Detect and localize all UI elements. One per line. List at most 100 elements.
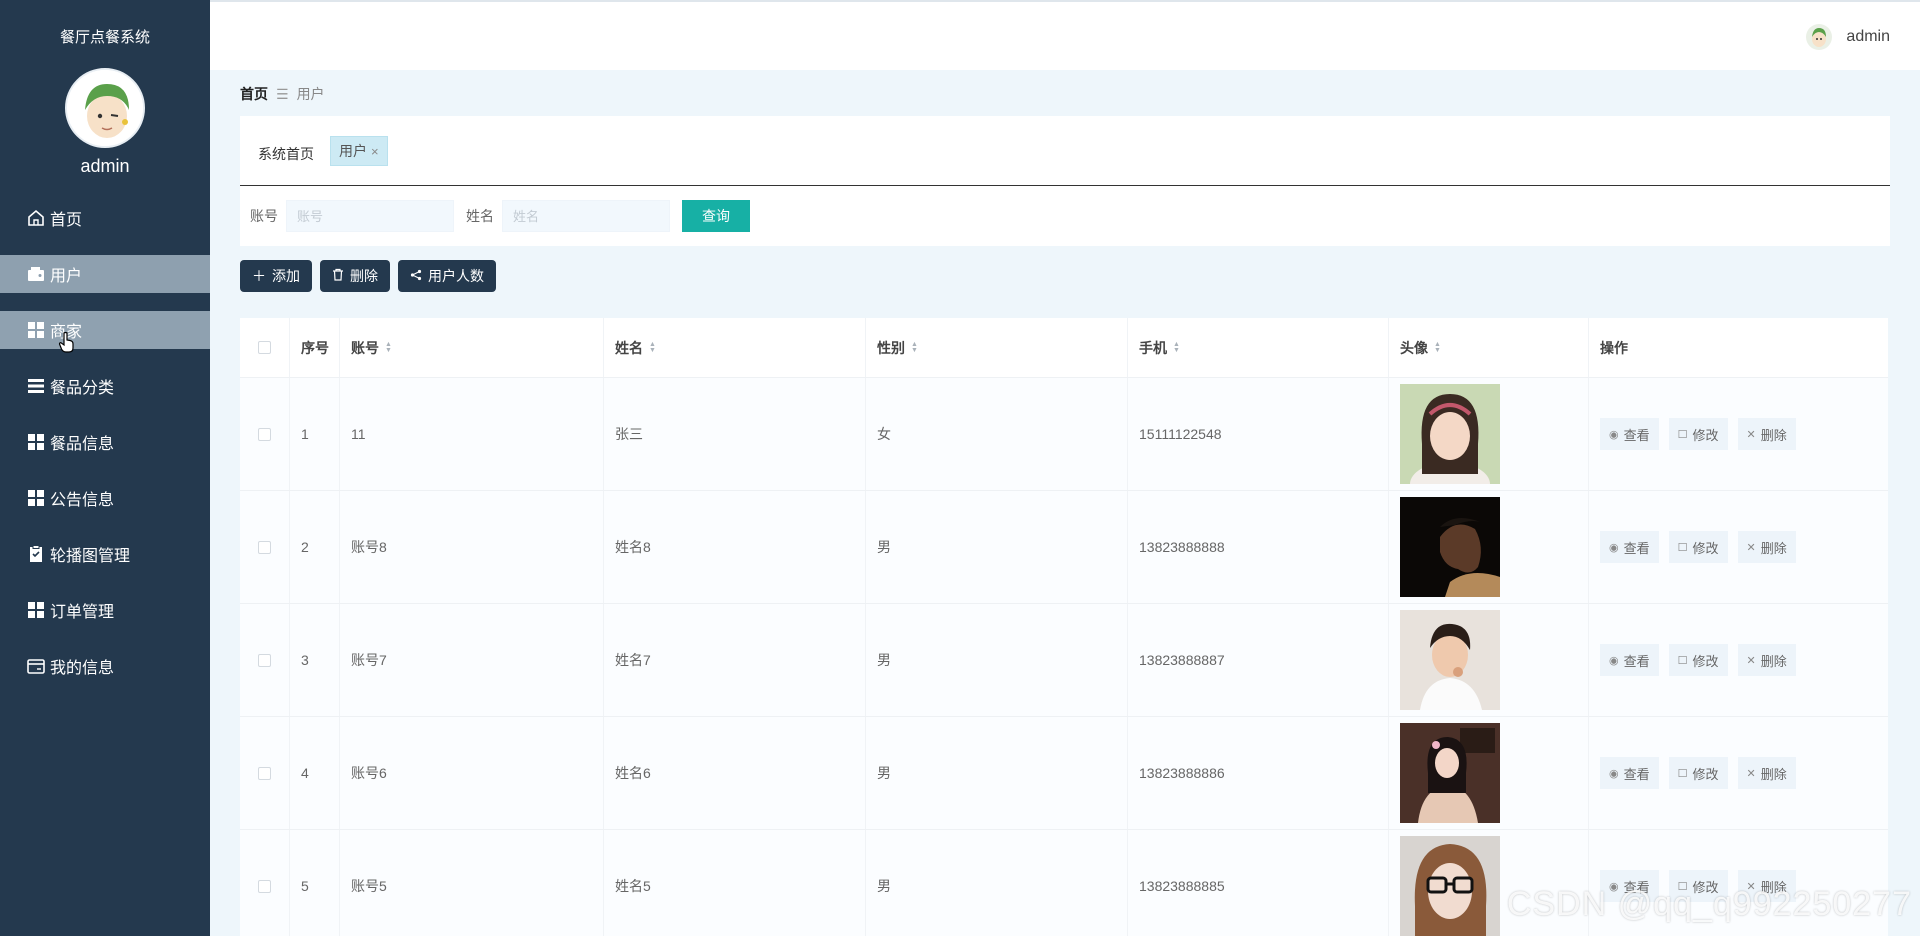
list-icon [26,376,46,396]
sidebar-item-users[interactable]: 用户 [0,255,210,293]
row-no: 4 [301,765,309,781]
view-button[interactable]: ◉ 查看 [1600,531,1659,563]
add-button[interactable]: ＋ 添加 [240,260,312,292]
sidebar-item-carousel[interactable]: 轮播图管理 [0,535,210,573]
view-button[interactable]: ◉ 查看 [1600,644,1659,676]
sort-icon[interactable]: ▲ ▼ [1173,341,1180,354]
row-no: 3 [301,652,309,668]
clipboard-icon [26,544,46,564]
eye-icon: ◉ [1609,428,1619,441]
view-button[interactable]: ◉ 查看 [1600,418,1659,450]
grid-icon [26,432,46,452]
col-phone-header[interactable]: 手机 ▲ ▼ [1128,318,1389,377]
col-name-header[interactable]: 姓名 ▲ ▼ [604,318,866,377]
grid-icon [26,600,46,620]
row-checkbox[interactable] [258,879,271,893]
sidebar-menu: 首页 用户 商家 餐品分类 餐品信息 [0,199,210,685]
name-input[interactable] [502,200,670,232]
account-input[interactable] [286,200,454,232]
sort-icon[interactable]: ▲ ▼ [649,341,656,354]
view-button[interactable]: ◉ 查看 [1600,757,1659,789]
row-checkbox[interactable] [258,540,271,554]
col-name: 姓名 [615,339,643,356]
col-phone: 手机 [1139,339,1167,356]
row-checkbox[interactable] [258,427,271,441]
table-row: 3 账号7 姓名7 男 13823888887 ◉ 查看 ☐ 修改 ✕ 删除 [240,604,1888,717]
sort-icon[interactable]: ▲ ▼ [911,341,918,354]
account-label: 账号 [250,208,278,224]
row-name: 姓名8 [615,539,651,555]
grid-icon [26,488,46,508]
avatar [1806,24,1833,50]
sidebar-item-label: 我的信息 [50,660,115,677]
plus-icon: ＋ [252,268,266,284]
sidebar-item-food-info[interactable]: 餐品信息 [0,423,210,461]
row-delete-button[interactable]: ✕ 删除 [1737,531,1796,563]
user-photo [1400,836,1500,936]
sidebar-item-food-categories[interactable]: 餐品分类 [0,367,210,405]
col-account: 账号 [351,339,379,356]
search-button[interactable]: 查询 [682,200,750,232]
toolbar: ＋ 添加 删除 用户人数 [240,260,496,292]
sidebar-item-merchants[interactable]: 商家 [0,311,210,353]
wallet-icon [26,264,46,284]
sort-icon[interactable]: ▲ ▼ [385,341,392,354]
col-avatar: 头像 [1400,339,1428,356]
sort-icon[interactable]: ▲ ▼ [1434,341,1441,354]
users-table: 序号 账号 ▲ ▼ 姓名 ▲ ▼ 性别 ▲ ▼ 手机 ▲ ▼ 头像 ▲ ▼ 操作 1 11 张三 女… [240,318,1888,936]
search-panel: 账号 姓名 查询 [240,186,1890,246]
row-name: 姓名7 [615,652,651,668]
delete-label: 删除 [1760,653,1787,669]
row-account: 账号5 [351,878,387,894]
sidebar-username: admin [80,156,130,176]
row-delete-button[interactable]: ✕ 删除 [1737,644,1796,676]
tab-system-home[interactable]: 系统首页 [258,144,314,164]
edit-button[interactable]: ☐ 修改 [1668,418,1728,450]
sidebar-item-orders[interactable]: 订单管理 [0,591,210,629]
row-sex: 女 [877,426,891,442]
sidebar-item-announcements[interactable]: 公告信息 [0,479,210,517]
row-sex: 男 [877,765,891,781]
eye-icon: ◉ [1609,654,1619,667]
grid-icon [26,320,46,340]
user-menu[interactable]: admin [1806,24,1890,50]
row-sex: 男 [877,539,891,555]
row-delete-button[interactable]: ✕ 删除 [1737,418,1796,450]
sidebar: 餐厅点餐系统 admin 首页 用户 餐品分类 餐品信息 公告信息 轮播图管理 … [0,0,210,936]
row-account: 账号8 [351,539,387,555]
col-ops: 操作 [1600,339,1628,356]
col-no: 序号 [301,339,329,356]
row-checkbox[interactable] [258,766,271,780]
add-button-label: 添加 [272,268,300,284]
delete-label: 删除 [1760,766,1787,782]
tabs-panel: 系统首页 用户 × [240,116,1890,186]
row-checkbox[interactable] [258,653,271,667]
edit-button[interactable]: ☐ 修改 [1668,757,1728,789]
edit-button[interactable]: ☐ 修改 [1668,531,1728,563]
delete-label: 删除 [1760,427,1787,443]
close-icon: ✕ [1746,541,1756,554]
user-count-button[interactable]: 用户人数 [398,260,496,292]
row-no: 2 [301,539,309,555]
edit-icon: ☐ [1677,654,1688,667]
select-all-checkbox[interactable] [258,341,271,354]
breadcrumb-home[interactable]: 首页 [240,84,268,104]
col-sex-header[interactable]: 性别 ▲ ▼ [866,318,1128,377]
eye-icon: ◉ [1609,541,1619,554]
sidebar-item-home[interactable]: 首页 [0,199,210,237]
close-icon: ✕ [1746,654,1756,667]
name-label: 姓名 [466,208,494,224]
delete-button[interactable]: 删除 [320,260,390,292]
col-account-header[interactable]: 账号 ▲ ▼ [340,318,604,377]
close-icon: ✕ [1746,428,1756,441]
row-delete-button[interactable]: ✕ 删除 [1737,757,1796,789]
tab-users[interactable]: 用户 × [330,136,388,166]
eye-icon: ◉ [1609,767,1619,780]
edit-button[interactable]: ☐ 修改 [1668,644,1728,676]
col-avatar-header[interactable]: 头像 ▲ ▼ [1389,318,1589,377]
close-icon[interactable]: × [371,144,379,159]
edit-icon: ☐ [1677,428,1688,441]
row-phone: 13823888888 [1139,539,1225,555]
user-count-label: 用户人数 [428,268,484,284]
sidebar-item-my-info[interactable]: 我的信息 [0,647,210,685]
